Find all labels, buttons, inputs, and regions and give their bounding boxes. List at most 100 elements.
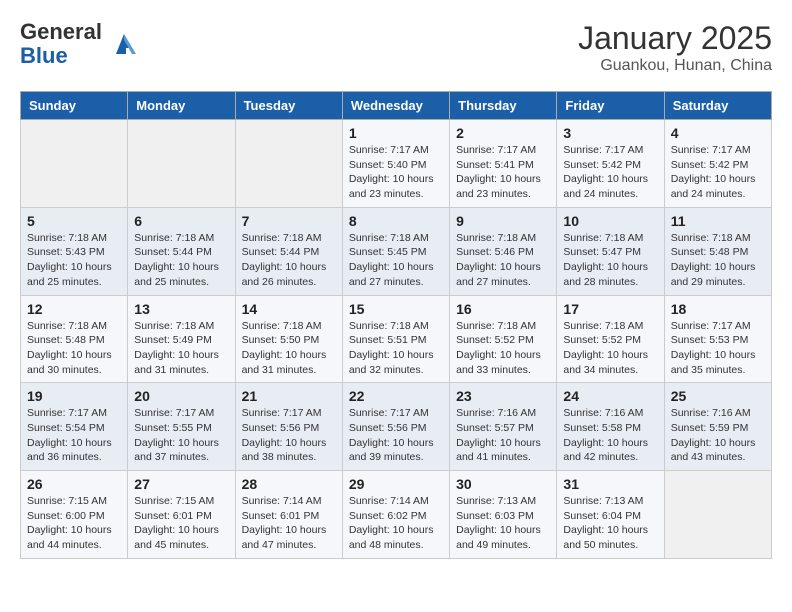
day-info: Sunrise: 7:13 AM Sunset: 6:03 PM Dayligh… xyxy=(456,494,550,553)
day-number: 20 xyxy=(134,388,228,404)
calendar-cell: 12 Sunrise: 7:18 AM Sunset: 5:48 PM Dayli… xyxy=(21,295,128,383)
day-number: 27 xyxy=(134,476,228,492)
calendar-week-4: 19Sunrise: 7:17 AM Sunset: 5:54 PM Dayli… xyxy=(21,383,772,471)
logo: General Blue xyxy=(20,20,142,68)
day-number: 14 xyxy=(242,301,336,317)
calendar-cell xyxy=(128,120,235,208)
day-info: Sunrise: 7:18 AM Sunset: 5:49 PM Dayligh… xyxy=(134,319,228,378)
day-number: 31 xyxy=(563,476,657,492)
day-info: Sunrise: 7:17 AM Sunset: 5:55 PM Dayligh… xyxy=(134,406,228,465)
calendar-table: SundayMondayTuesdayWednesdayThursdayFrid… xyxy=(20,91,772,559)
calendar-cell xyxy=(21,120,128,208)
calendar-cell: 31 Sunrise: 7:13 AM Sunset: 6:04 PM Dayli… xyxy=(557,471,664,559)
day-info: Sunrise: 7:13 AM Sunset: 6:04 PM Dayligh… xyxy=(563,494,657,553)
day-info: Sunrise: 7:18 AM Sunset: 5:52 PM Dayligh… xyxy=(456,319,550,378)
calendar-cell: 5 Sunrise: 7:18 AM Sunset: 5:43 PM Daylig… xyxy=(21,207,128,295)
calendar-cell: 3 Sunrise: 7:17 AM Sunset: 5:42 PM Daylig… xyxy=(557,120,664,208)
day-info: Sunrise: 7:17 AM Sunset: 5:41 PM Dayligh… xyxy=(456,143,550,202)
day-info: Sunrise: 7:18 AM Sunset: 5:48 PM Dayligh… xyxy=(27,319,121,378)
day-number: 7 xyxy=(242,213,336,229)
calendar-cell: 22 Sunrise: 7:17 AM Sunset: 5:56 PM Dayli… xyxy=(342,383,449,471)
day-info: Sunrise: 7:14 AM Sunset: 6:01 PM Dayligh… xyxy=(242,494,336,553)
day-number: 16 xyxy=(456,301,550,317)
day-number: 5 xyxy=(27,213,121,229)
weekday-header-monday: Monday xyxy=(128,92,235,120)
calendar-cell xyxy=(664,471,771,559)
calendar-cell: 11 Sunrise: 7:18 AM Sunset: 5:48 PM Dayli… xyxy=(664,207,771,295)
day-info: Sunrise: 7:18 AM Sunset: 5:43 PM Dayligh… xyxy=(27,231,121,290)
calendar-cell: 19Sunrise: 7:17 AM Sunset: 5:54 PM Dayli… xyxy=(21,383,128,471)
calendar-cell: 9 Sunrise: 7:18 AM Sunset: 5:46 PM Daylig… xyxy=(450,207,557,295)
calendar-week-5: 26Sunrise: 7:15 AM Sunset: 6:00 PM Dayli… xyxy=(21,471,772,559)
day-number: 21 xyxy=(242,388,336,404)
day-info: Sunrise: 7:17 AM Sunset: 5:42 PM Dayligh… xyxy=(671,143,765,202)
calendar-header: SundayMondayTuesdayWednesdayThursdayFrid… xyxy=(21,92,772,120)
day-info: Sunrise: 7:18 AM Sunset: 5:44 PM Dayligh… xyxy=(242,231,336,290)
day-info: Sunrise: 7:18 AM Sunset: 5:45 PM Dayligh… xyxy=(349,231,443,290)
day-number: 8 xyxy=(349,213,443,229)
weekday-header-thursday: Thursday xyxy=(450,92,557,120)
day-info: Sunrise: 7:17 AM Sunset: 5:53 PM Dayligh… xyxy=(671,319,765,378)
calendar-cell: 13 Sunrise: 7:18 AM Sunset: 5:49 PM Dayli… xyxy=(128,295,235,383)
day-info: Sunrise: 7:16 AM Sunset: 5:57 PM Dayligh… xyxy=(456,406,550,465)
day-info: Sunrise: 7:18 AM Sunset: 5:48 PM Dayligh… xyxy=(671,231,765,290)
day-info: Sunrise: 7:18 AM Sunset: 5:47 PM Dayligh… xyxy=(563,231,657,290)
day-number: 30 xyxy=(456,476,550,492)
calendar-body: 1Sunrise: 7:17 AM Sunset: 5:40 PM Daylig… xyxy=(21,120,772,559)
calendar-cell: 20 Sunrise: 7:17 AM Sunset: 5:55 PM Dayli… xyxy=(128,383,235,471)
calendar-cell: 24 Sunrise: 7:16 AM Sunset: 5:58 PM Dayli… xyxy=(557,383,664,471)
weekday-row: SundayMondayTuesdayWednesdayThursdayFrid… xyxy=(21,92,772,120)
calendar-week-2: 5 Sunrise: 7:18 AM Sunset: 5:43 PM Daylig… xyxy=(21,207,772,295)
day-number: 4 xyxy=(671,125,765,141)
day-info: Sunrise: 7:17 AM Sunset: 5:56 PM Dayligh… xyxy=(349,406,443,465)
logo-icon xyxy=(106,26,142,62)
day-number: 11 xyxy=(671,213,765,229)
logo-general: General xyxy=(20,19,102,44)
day-number: 28 xyxy=(242,476,336,492)
calendar-cell: 8 Sunrise: 7:18 AM Sunset: 5:45 PM Daylig… xyxy=(342,207,449,295)
calendar-cell: 28 Sunrise: 7:14 AM Sunset: 6:01 PM Dayli… xyxy=(235,471,342,559)
day-number: 19 xyxy=(27,388,121,404)
calendar-cell: 14 Sunrise: 7:18 AM Sunset: 5:50 PM Dayli… xyxy=(235,295,342,383)
calendar-week-3: 12 Sunrise: 7:18 AM Sunset: 5:48 PM Dayli… xyxy=(21,295,772,383)
day-number: 6 xyxy=(134,213,228,229)
day-number: 9 xyxy=(456,213,550,229)
day-number: 24 xyxy=(563,388,657,404)
day-number: 3 xyxy=(563,125,657,141)
weekday-header-saturday: Saturday xyxy=(664,92,771,120)
calendar-cell: 26Sunrise: 7:15 AM Sunset: 6:00 PM Dayli… xyxy=(21,471,128,559)
calendar-cell: 4 Sunrise: 7:17 AM Sunset: 5:42 PM Daylig… xyxy=(664,120,771,208)
day-info: Sunrise: 7:14 AM Sunset: 6:02 PM Dayligh… xyxy=(349,494,443,553)
day-info: Sunrise: 7:16 AM Sunset: 5:59 PM Dayligh… xyxy=(671,406,765,465)
day-number: 17 xyxy=(563,301,657,317)
day-info: Sunrise: 7:18 AM Sunset: 5:46 PM Dayligh… xyxy=(456,231,550,290)
weekday-header-wednesday: Wednesday xyxy=(342,92,449,120)
day-info: Sunrise: 7:16 AM Sunset: 5:58 PM Dayligh… xyxy=(563,406,657,465)
logo-blue: Blue xyxy=(20,43,68,68)
day-info: Sunrise: 7:18 AM Sunset: 5:50 PM Dayligh… xyxy=(242,319,336,378)
calendar-cell: 7 Sunrise: 7:18 AM Sunset: 5:44 PM Daylig… xyxy=(235,207,342,295)
day-info: Sunrise: 7:18 AM Sunset: 5:44 PM Dayligh… xyxy=(134,231,228,290)
day-number: 13 xyxy=(134,301,228,317)
day-info: Sunrise: 7:17 AM Sunset: 5:56 PM Dayligh… xyxy=(242,406,336,465)
day-info: Sunrise: 7:15 AM Sunset: 6:00 PM Dayligh… xyxy=(27,494,121,553)
day-info: Sunrise: 7:17 AM Sunset: 5:42 PM Dayligh… xyxy=(563,143,657,202)
calendar-cell: 15Sunrise: 7:18 AM Sunset: 5:51 PM Dayli… xyxy=(342,295,449,383)
weekday-header-tuesday: Tuesday xyxy=(235,92,342,120)
calendar-cell: 25 Sunrise: 7:16 AM Sunset: 5:59 PM Dayli… xyxy=(664,383,771,471)
day-number: 15 xyxy=(349,301,443,317)
day-number: 25 xyxy=(671,388,765,404)
calendar-cell: 27Sunrise: 7:15 AM Sunset: 6:01 PM Dayli… xyxy=(128,471,235,559)
calendar-cell: 21 Sunrise: 7:17 AM Sunset: 5:56 PM Dayli… xyxy=(235,383,342,471)
day-info: Sunrise: 7:17 AM Sunset: 5:40 PM Dayligh… xyxy=(349,143,443,202)
calendar-cell: 16 Sunrise: 7:18 AM Sunset: 5:52 PM Dayli… xyxy=(450,295,557,383)
day-number: 22 xyxy=(349,388,443,404)
calendar-cell: 30 Sunrise: 7:13 AM Sunset: 6:03 PM Dayli… xyxy=(450,471,557,559)
day-number: 23 xyxy=(456,388,550,404)
calendar-cell: 17Sunrise: 7:18 AM Sunset: 5:52 PM Dayli… xyxy=(557,295,664,383)
calendar-cell: 1Sunrise: 7:17 AM Sunset: 5:40 PM Daylig… xyxy=(342,120,449,208)
day-number: 12 xyxy=(27,301,121,317)
calendar-subtitle: Guankou, Hunan, China xyxy=(578,57,772,75)
calendar-cell: 29Sunrise: 7:14 AM Sunset: 6:02 PM Dayli… xyxy=(342,471,449,559)
page-header: General Blue January 2025 Guankou, Hunan… xyxy=(20,20,772,75)
